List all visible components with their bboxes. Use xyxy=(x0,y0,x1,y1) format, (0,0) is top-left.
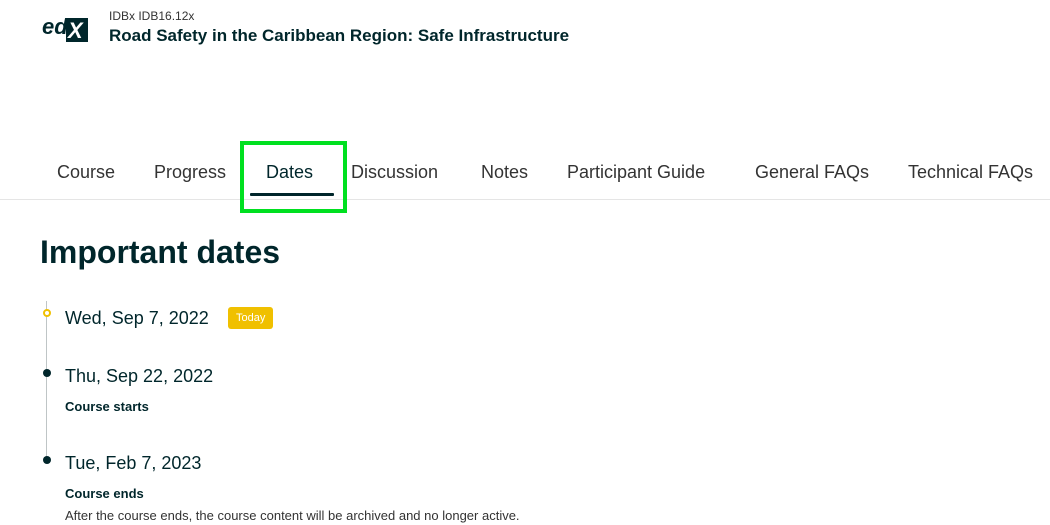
event-description: After the course ends, the course conten… xyxy=(65,508,520,523)
tab-notes[interactable]: Notes xyxy=(481,148,528,200)
today-badge: Today xyxy=(228,307,274,329)
date-today: Wed, Sep 7, 2022 xyxy=(65,308,209,328)
tab-general-faqs[interactable]: General FAQs xyxy=(755,148,869,200)
timeline-dot-today xyxy=(43,309,51,317)
tab-participant-guide[interactable]: Participant Guide xyxy=(567,148,705,200)
course-meta: IDBx IDB16.12x Road Safety in the Caribb… xyxy=(109,9,569,47)
tab-technical-faqs[interactable]: Technical FAQs xyxy=(908,148,1033,200)
event-title-course-ends: Course ends xyxy=(65,486,144,501)
tab-progress[interactable]: Progress xyxy=(154,148,226,200)
event-title-course-starts: Course starts xyxy=(65,399,149,414)
page-title: Important dates xyxy=(40,234,281,270)
course-code: IDBx IDB16.12x xyxy=(109,9,195,23)
date-course-starts: Thu, Sep 22, 2022 xyxy=(65,366,214,386)
course-title: Road Safety in the Caribbean Region: Saf… xyxy=(109,26,570,45)
active-tab-indicator xyxy=(250,193,334,196)
timeline-dot xyxy=(43,369,51,377)
course-tabs: Course Progress Dates Discussion Notes P… xyxy=(0,148,1050,200)
timeline-line xyxy=(46,301,47,461)
svg-text:X: X xyxy=(66,18,84,43)
svg-text:ed: ed xyxy=(42,14,68,39)
tab-course[interactable]: Course xyxy=(57,148,115,200)
course-header: ed X IDBx IDB16.12x Road Safety in the C… xyxy=(0,0,1050,60)
timeline-dot xyxy=(43,456,51,464)
date-course-ends: Tue, Feb 7, 2023 xyxy=(65,453,202,473)
edx-logo[interactable]: ed X xyxy=(40,12,90,44)
tab-discussion[interactable]: Discussion xyxy=(351,148,438,200)
